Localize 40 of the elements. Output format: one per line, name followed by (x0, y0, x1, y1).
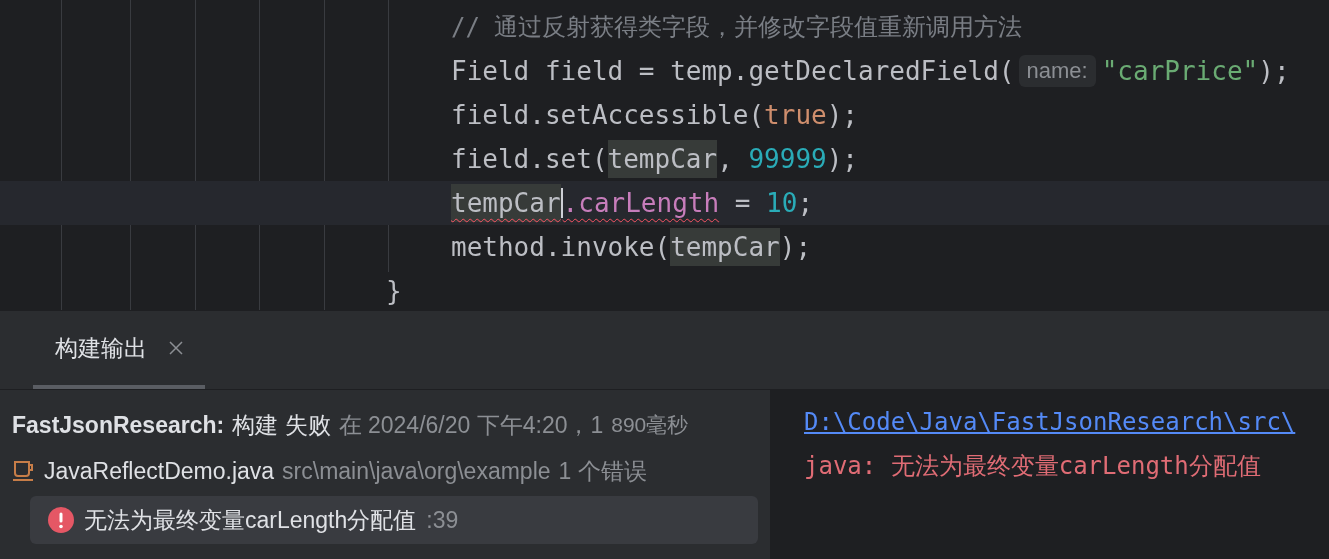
code-token: ); (826, 100, 858, 130)
code-token: "carPrice" (1101, 56, 1259, 86)
build-duration: 890毫秒 (611, 412, 689, 438)
code-token: } (386, 276, 402, 306)
code-token: , (717, 144, 734, 174)
code-token: method.invoke( (451, 232, 671, 262)
code-token: = (733, 188, 752, 218)
code-token: true (764, 100, 827, 130)
error-icon (48, 507, 74, 533)
error-item[interactable]: 无法为最终变量carLength分配值 :39 (30, 496, 758, 544)
code-token: tempCar (670, 228, 780, 266)
parameter-hint: name: (1018, 55, 1096, 87)
file-link[interactable]: D:\Code\Java\FastJsonResearch\src\ (804, 400, 1296, 444)
code-token: field.setAccessible( (451, 100, 765, 130)
text-caret (560, 188, 563, 218)
project-name: FastJsonResearch: (12, 411, 225, 439)
code-token: tempCar (451, 184, 561, 222)
code-token: Field field = temp.getDeclaredField( (451, 56, 1015, 86)
console-error: java: 无法为最终变量carLength分配值 (804, 451, 1262, 482)
code-comment: // 通过反射获得类字段，并修改字段值重新调用方法 (451, 12, 1023, 43)
error-message: 无法为最终变量carLength分配值 (84, 505, 417, 535)
code-token: .carLength (562, 188, 720, 218)
cup-icon (12, 460, 36, 482)
code-token: ); (779, 232, 812, 262)
code-token: ); (1258, 56, 1290, 86)
code-token: ; (797, 188, 814, 218)
tree-item[interactable]: JavaReflectDemo.java src\main\java\org\example 1 个错误 (12, 448, 770, 494)
close-icon[interactable] (169, 341, 183, 355)
code-token: 10 (766, 188, 798, 218)
tab-label[interactable]: 构建输出 (55, 332, 147, 364)
code-token: 99999 (748, 144, 827, 174)
build-time: 在 2024/6/20 下午4:20，1 (338, 410, 604, 440)
build-status: 构建 失败 (232, 410, 331, 440)
error-count: 1 个错误 (558, 456, 647, 486)
code-token: tempCar (607, 140, 718, 178)
code-token: field.set( (451, 144, 608, 174)
file-path: src\main\java\org\example (282, 457, 551, 485)
file-name: JavaReflectDemo.java (44, 457, 275, 485)
line-number: :39 (426, 506, 459, 534)
code-token: ); (826, 144, 859, 174)
